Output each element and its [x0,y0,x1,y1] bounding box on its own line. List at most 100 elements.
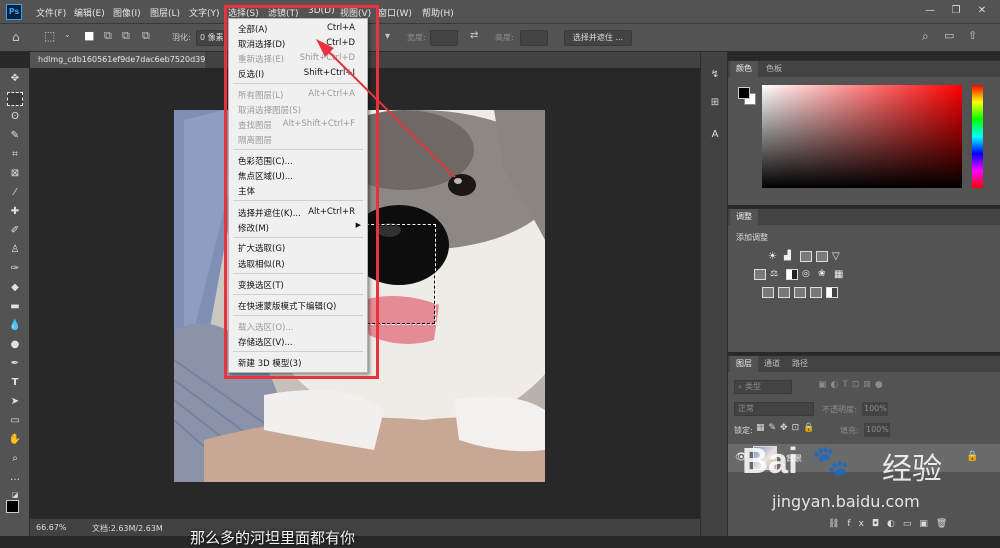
color-balance-icon[interactable]: ⚖ [770,269,782,280]
menu-help[interactable]: 帮助(H) [422,6,454,19]
type-tool-icon[interactable]: T [7,376,23,390]
menu-item-grow[interactable]: 扩大选取(G) [238,242,285,254]
crop-tool-icon[interactable]: ⌗ [7,148,23,162]
zoom-tool-icon[interactable]: ⌕ [7,452,23,466]
workspace-icon[interactable]: ▭ [944,29,954,42]
menu-item-transform-selection[interactable]: 变换选区(T) [238,279,284,291]
hue-slider[interactable] [972,85,983,188]
rect-marquee-tool-icon[interactable] [7,92,23,106]
selective-color-icon[interactable] [810,287,822,298]
opacity-input[interactable]: 100% [862,402,888,416]
chevron-down-icon[interactable]: ⌄ [64,30,71,39]
select-and-mask-button[interactable]: 选择并遮住 ... [564,30,632,46]
height-input[interactable] [520,30,548,46]
swap-icon[interactable]: ⇄ [470,30,478,41]
menu-item-load-selection[interactable]: 载入选区(O)... [238,321,293,333]
blend-mode-select[interactable]: 正常 [734,402,814,416]
eyedropper-tool-icon[interactable]: ⁄ [7,186,23,200]
move-tool-icon[interactable]: ✥ [7,72,23,86]
share-icon[interactable]: ⇧ [968,29,977,42]
exposure-icon[interactable] [816,251,828,262]
more-tools-icon[interactable]: … [7,471,23,485]
new-selection-icon[interactable]: ■ [84,29,94,42]
tab-swatches[interactable]: 色板 [760,61,788,77]
color-lookup-icon[interactable]: ▦ [834,269,846,280]
vibrance-icon[interactable]: ▽ [832,251,844,262]
eraser-tool-icon[interactable]: ◆ [7,281,23,295]
menu-item-similar[interactable]: 选取相似(R) [238,258,285,270]
menu-item-color-range[interactable]: 色彩范围(C)... [238,155,293,167]
menu-type[interactable]: 文字(Y) [189,6,220,19]
fill-input[interactable]: 100% [864,423,890,437]
home-icon[interactable]: ⌂ [12,30,20,44]
brush-tool-icon[interactable]: ✐ [7,224,23,238]
menu-item-focus-area[interactable]: 焦点区域(U)... [238,170,293,182]
marquee-selection[interactable] [366,224,436,325]
zoom-level[interactable]: 66.67% [36,523,67,532]
channel-mixer-icon[interactable]: ❀ [818,269,830,280]
menu-item-new-3d-model[interactable]: 新建 3D 模型(3) [238,357,301,369]
layer-filter-select[interactable]: ⌕ 类型 [734,380,792,394]
menu-item-find-layers[interactable]: 查找图层 [238,119,272,131]
hand-tool-icon[interactable]: ✋ [7,433,23,447]
levels-icon[interactable]: ▟ [784,251,796,262]
menu-item-modify[interactable]: 修改(M) [238,222,269,234]
menu-item-select-all[interactable]: 全部(A) [238,23,267,35]
menu-file[interactable]: 文件(F) [36,6,66,19]
intersect-selection-icon[interactable]: ⧉ [142,29,150,43]
marquee-preset-icon[interactable]: ⬚ [44,29,55,43]
gradient-map-icon[interactable] [826,287,838,298]
document-tab[interactable]: hdlmg_cdb160561ef9de7dac6eb7520d39fbef1 [30,52,205,68]
menu-item-inverse[interactable]: 反选(I) [238,68,264,80]
blur-tool-icon[interactable]: 💧 [7,319,23,333]
frame-tool-icon[interactable]: ⊠ [7,167,23,181]
tab-channels[interactable]: 通道 [758,356,786,372]
clone-stamp-tool-icon[interactable]: ♙ [7,243,23,257]
feather-input[interactable]: 0 像素 [196,30,224,46]
tab-paths[interactable]: 路径 [786,356,814,372]
menu-item-isolate-layers[interactable]: 隔离图层 [238,134,272,146]
minimize-button[interactable]: — [920,3,940,19]
invert-icon[interactable] [762,287,774,298]
add-selection-icon[interactable]: ⧉ [104,29,112,43]
tab-layers[interactable]: 图层 [730,356,758,372]
quick-select-tool-icon[interactable]: ✎ [7,129,23,143]
curves-icon[interactable] [800,251,812,262]
pen-tool-icon[interactable]: ✒ [7,357,23,371]
properties-icon[interactable]: ⊞ [708,96,722,110]
hue-sat-icon[interactable] [754,269,766,280]
color-picker-field[interactable] [762,85,962,188]
black-white-icon[interactable] [786,269,798,280]
menu-item-deselect-layers[interactable]: 取消选择图层(S) [238,104,301,116]
width-input[interactable] [430,30,458,46]
history-brush-tool-icon[interactable]: ✑ [7,262,23,276]
menu-item-deselect[interactable]: 取消选择(D) [238,38,285,50]
menu-window[interactable]: 窗口(W) [378,6,412,19]
lock-icons[interactable]: ▦✎✥⊡🔒 [756,423,818,433]
foreground-swatch[interactable] [6,500,19,513]
threshold-icon[interactable] [794,287,806,298]
menu-edit[interactable]: 编辑(E) [74,6,105,19]
tab-adjustments[interactable]: 调整 [730,209,758,225]
dodge-tool-icon[interactable]: ● [7,338,23,352]
menu-item-subject[interactable]: 主体 [238,185,255,197]
tab-color[interactable]: 颜色 [730,61,758,77]
layer-bottom-icons[interactable]: ⛓fx◘◐▭▣🗑 [828,519,955,529]
dropdown-icon[interactable]: ▾ [385,31,390,42]
rectangle-tool-icon[interactable]: ▭ [7,414,23,428]
fg-color-swatch[interactable] [738,87,750,99]
path-select-tool-icon[interactable]: ➤ [7,395,23,409]
gradient-tool-icon[interactable]: ▬ [7,300,23,314]
menu-item-all-layers[interactable]: 所有图层(L) [238,89,283,101]
healing-brush-tool-icon[interactable]: ✚ [7,205,23,219]
restore-button[interactable]: ❐ [946,3,966,19]
menu-item-quick-mask[interactable]: 在快速蒙版模式下编辑(Q) [238,300,336,312]
close-button[interactable]: ✕ [972,3,992,19]
search-icon[interactable]: ⌕ [922,29,929,44]
menu-image[interactable]: 图像(I) [113,6,141,19]
menu-item-reselect[interactable]: 重新选择(E) [238,53,284,65]
history-icon[interactable]: ↯ [708,68,722,82]
lasso-tool-icon[interactable]: ʘ [7,110,23,124]
posterize-icon[interactable] [778,287,790,298]
menu-item-save-selection[interactable]: 存储选区(V)... [238,336,293,348]
